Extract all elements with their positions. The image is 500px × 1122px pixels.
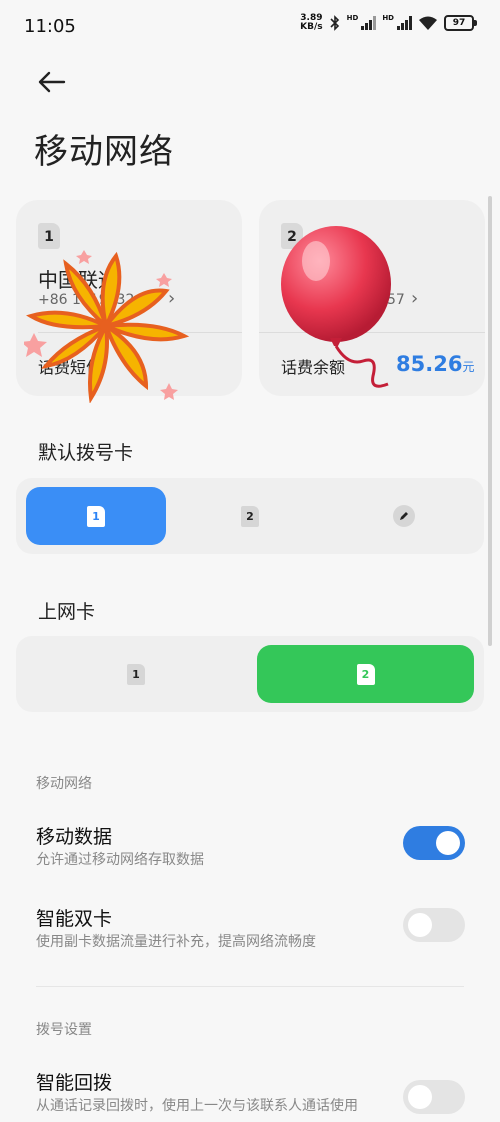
group-label-mobile-network: 移动网络 — [36, 776, 92, 792]
setting-row-smart-callback[interactable]: 智能回拨 从通话记录回拨时，使用上一次与该联系人通话使用 — [0, 1058, 500, 1122]
row-title: 智能双卡 — [36, 908, 113, 930]
data-card-option-2[interactable]: 2 — [257, 645, 474, 703]
battery-icon: 97 — [444, 15, 477, 31]
balloon-sticker-icon — [281, 226, 391, 388]
signal-icon-sim1 — [361, 16, 377, 30]
default-dial-title: 默认拨号卡 — [38, 442, 134, 464]
row-desc: 允许通过移动网络存取数据 — [36, 852, 204, 868]
arrow-left-icon[interactable] — [34, 64, 70, 100]
signal-icon-sim2 — [397, 16, 412, 30]
data-card-option-1[interactable]: 1 — [26, 645, 246, 703]
setting-row-mobile-data[interactable]: 移动数据 允许通过移动网络存取数据 — [0, 812, 500, 876]
mobile-data-toggle[interactable] — [403, 826, 465, 860]
default-dial-option-ask[interactable] — [334, 487, 474, 545]
scrollbar[interactable] — [488, 196, 492, 646]
row-title: 移动数据 — [36, 826, 113, 848]
default-dial-option-1[interactable]: 1 — [26, 487, 166, 545]
pencil-icon — [393, 505, 415, 527]
chevron-right-icon: › — [411, 288, 419, 309]
sim-badge-1: 1 — [38, 223, 60, 249]
wifi-icon — [419, 16, 437, 30]
setting-row-smart-dual-sim[interactable]: 智能双卡 使用副卡数据流量进行补充，提高网络流畅度 — [0, 894, 500, 958]
section-divider — [36, 986, 464, 987]
bluetooth-icon — [330, 15, 339, 31]
page-title: 移动网络 — [34, 132, 174, 172]
fireworks-sticker-icon — [24, 250, 190, 403]
row-desc: 从通话记录回拨时，使用上一次与该联系人通话使用 — [36, 1098, 358, 1114]
group-label-dial-settings: 拨号设置 — [36, 1022, 92, 1038]
smart-callback-toggle[interactable] — [403, 1080, 465, 1114]
status-icons: 3.89 KB/s HD HD 97 — [300, 13, 477, 32]
status-time: 11:05 — [24, 16, 76, 37]
row-title: 智能回拨 — [36, 1072, 113, 1094]
default-dial-selector: 1 2 — [16, 478, 484, 554]
default-dial-option-2[interactable]: 2 — [180, 487, 320, 545]
row-desc: 使用副卡数据流量进行补充，提高网络流畅度 — [36, 934, 316, 950]
network-speed: 3.89 KB/s — [300, 13, 323, 32]
data-card-title: 上网卡 — [38, 601, 96, 623]
smart-dual-sim-toggle[interactable] — [403, 908, 465, 942]
data-card-selector: 1 2 — [16, 636, 484, 712]
